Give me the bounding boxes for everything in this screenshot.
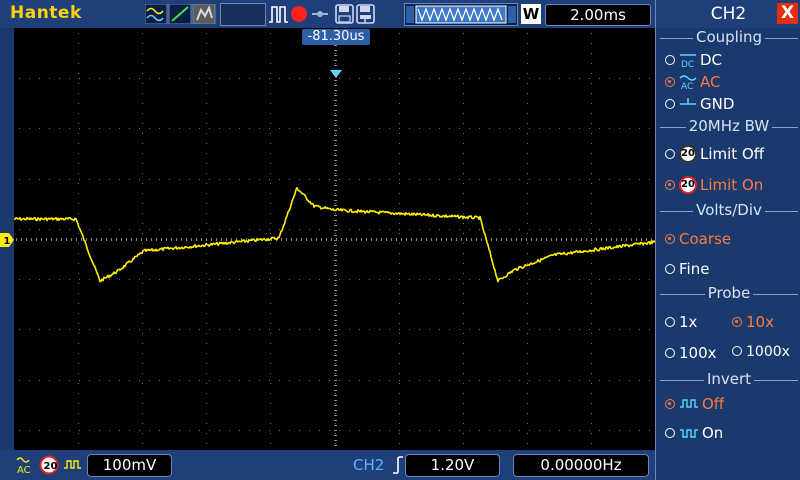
coupling-option-label: AC [700, 73, 721, 91]
channel-status-icons: AC 20 [16, 455, 81, 475]
frequency-display: 0.00000Hz [513, 454, 649, 477]
dc-icon: DC [680, 53, 696, 70]
probe-option-10x[interactable]: 10x [732, 313, 774, 331]
invert-on-icon [680, 428, 698, 438]
waveform-display[interactable] [13, 28, 656, 450]
window-zoom-button[interactable]: W [521, 4, 541, 24]
radio-selected-icon [665, 76, 675, 87]
math-display-box[interactable] [220, 3, 266, 26]
invert-option-label: Off [702, 395, 725, 413]
roll-icon [312, 11, 328, 17]
bw-20-icon: 20 [679, 144, 697, 163]
radio-icon [665, 316, 675, 327]
radio-icon [665, 427, 675, 438]
volts-option-label: Fine [679, 260, 710, 278]
volts-option-label: Coarse [679, 230, 732, 248]
probe-option-label: 1000x [746, 344, 790, 360]
bw-option-label: Limit On [700, 176, 764, 194]
probe-option-label: 1x [679, 313, 698, 331]
invert-section: Invert Off On [660, 370, 798, 451]
svg-text:DC: DC [681, 60, 694, 68]
volts-div-title: Volts/Div [693, 201, 765, 219]
invert-off-icon [680, 398, 698, 408]
bw-limit-icon: 20 [39, 455, 59, 475]
radio-icon [665, 347, 675, 358]
run-control-icons[interactable] [268, 4, 400, 24]
radio-icon [665, 263, 675, 274]
trigger-position-arrow [330, 70, 342, 78]
xy-mode-icon [168, 4, 192, 24]
svg-text:AC: AC [681, 82, 693, 90]
coupling-option-dc[interactable]: DC DC [665, 51, 723, 70]
radio-selected-icon [665, 233, 675, 244]
channel-menu-panel: CH2 X Coupling DC DC AC AC GND 20MHz BW 20… [655, 0, 800, 480]
coupling-option-gnd[interactable]: GND [665, 95, 734, 113]
top-status-bar: Hantek W 2.00ms [0, 0, 655, 28]
svg-text:AC: AC [17, 465, 31, 475]
persist-mode-icon [192, 4, 216, 24]
volts-div-display[interactable]: 100mV [87, 454, 172, 477]
ac-coupling-icon: AC [16, 457, 31, 475]
bw-option-limit-on[interactable]: 20 Limit On [665, 175, 764, 195]
bw-option-label: Limit Off [700, 145, 765, 163]
channel-ground-marker[interactable]: 1 [0, 233, 14, 247]
oscilloscope-grid [13, 30, 656, 446]
close-button[interactable]: X [777, 3, 798, 24]
grid-dots [19, 33, 650, 444]
gnd-icon [680, 97, 696, 105]
pulse-trigger-icon [269, 6, 288, 23]
radio-icon [665, 54, 675, 65]
probe-option-100x[interactable]: 100x [665, 344, 717, 362]
radio-icon [665, 148, 675, 159]
coupling-option-ac[interactable]: AC AC [665, 73, 721, 92]
volts-option-coarse[interactable]: Coarse [665, 230, 731, 248]
trigger-level-display[interactable]: 1.20V [405, 454, 500, 477]
record-icon [291, 6, 307, 22]
radio-icon [665, 98, 675, 109]
coupling-option-label: GND [700, 95, 735, 113]
invert-status-icon [64, 460, 81, 469]
radio-icon [732, 346, 742, 356]
radio-selected-icon [665, 179, 675, 190]
coupling-option-label: DC [700, 51, 723, 69]
center-axes [16, 30, 652, 446]
timebase-display[interactable]: 2.00ms [545, 4, 651, 26]
invert-option-label: On [702, 424, 724, 442]
probe-option-1000x[interactable]: 1000x [732, 344, 790, 360]
svg-text:20: 20 [44, 461, 58, 472]
invert-option-on[interactable]: On [665, 424, 723, 442]
usb-save-icon [356, 4, 375, 24]
coupling-section: Coupling DC DC AC AC GND [660, 28, 798, 117]
coupling-title: Coupling [692, 28, 766, 46]
volts-option-fine[interactable]: Fine [665, 260, 709, 278]
probe-option-label: 10x [746, 313, 774, 331]
probe-section: Probe 1x 10x 100x 1000x [660, 284, 798, 367]
save-icon [335, 4, 354, 24]
trigger-channel-label: CH2 [353, 456, 385, 474]
radio-selected-icon [732, 316, 742, 327]
channel-marker-label: 1 [4, 236, 11, 247]
invert-option-off[interactable]: Off [665, 395, 724, 413]
bottom-status-bar: AC 20 100mV CH2 1.20V 0.00000Hz [0, 450, 655, 480]
trigger-position-label[interactable]: -81.30us [302, 29, 370, 45]
waveform-mode-icon [145, 4, 168, 24]
bandwidth-section: 20MHz BW 20 Limit Off 20 Limit On [660, 117, 798, 198]
brand-logo: Hantek [10, 3, 82, 23]
bw-option-limit-off[interactable]: 20 Limit Off [665, 144, 765, 164]
channel-trace [13, 186, 656, 283]
ac-icon: AC [679, 74, 697, 92]
acquire-mode-icons[interactable] [145, 4, 217, 24]
memory-position-bar[interactable] [404, 3, 518, 26]
rising-edge-icon [393, 456, 403, 474]
invert-title: Invert [703, 370, 755, 388]
probe-option-1x[interactable]: 1x [665, 313, 697, 331]
volts-div-section: Volts/Div Coarse Fine [660, 201, 798, 282]
radio-selected-icon [665, 398, 675, 409]
probe-title: Probe [704, 284, 754, 302]
bandwidth-title: 20MHz BW [685, 117, 773, 135]
bw-20-on-icon: 20 [679, 175, 697, 194]
probe-option-label: 100x [679, 344, 717, 362]
